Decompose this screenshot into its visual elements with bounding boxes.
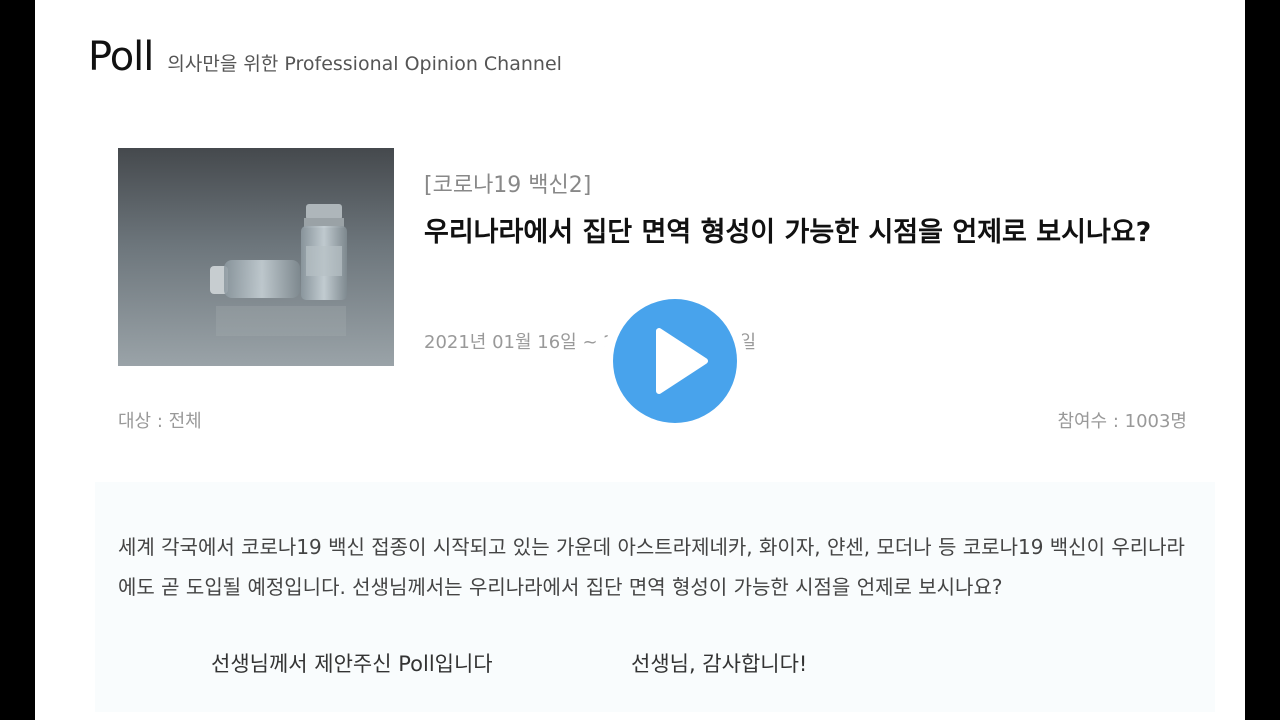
poll-category: [코로나19 백신2] [424,173,592,198]
poll-participants: 참여수 : 1003명 [1057,411,1187,432]
play-button-circle [613,299,737,423]
footer-suggestion-note: 선생님께서 제안주신 Poll입니다 [211,652,493,676]
footer-thanks-note: 선생님, 감사합니다! [631,652,808,676]
poll-description: 세계 각국에서 코로나19 백신 접종이 시작되고 있는 가운데 아스트라제네카… [118,535,1185,599]
vaccine-vial-image [118,148,394,366]
play-button[interactable] [603,289,747,433]
logo: Poll [88,34,154,80]
play-icon [656,328,708,394]
poll-title[interactable]: 우리나라에서 집단 면역 형성이 가능한 시점을 언제로 보시나요? [424,210,1194,256]
poll-target: 대상 : 전체 [118,411,202,432]
header: Poll 의사만을 위한 Professional Opinion Channe… [88,34,562,80]
tagline: 의사만을 위한 Professional Opinion Channel [167,53,562,75]
video-frame: Poll 의사만을 위한 Professional Opinion Channe… [35,0,1245,720]
